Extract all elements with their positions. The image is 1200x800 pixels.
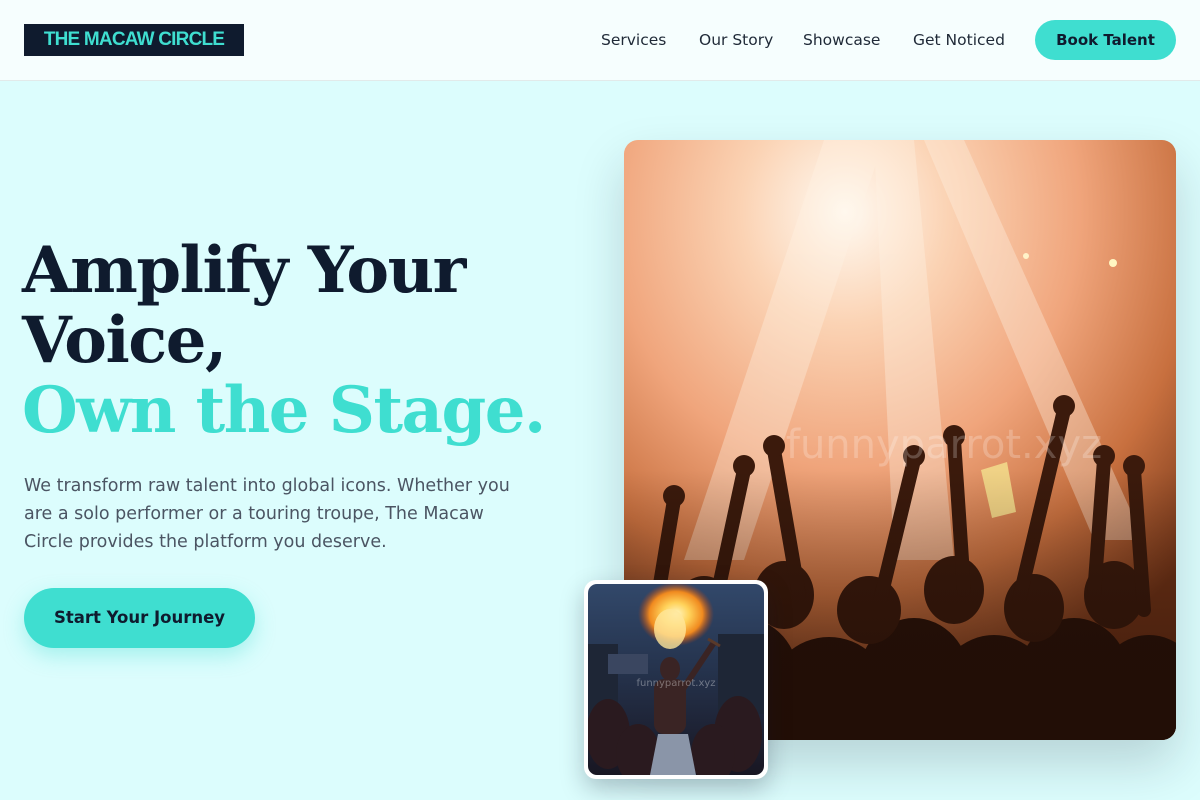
fire-performer-thumbnail: funnyparrot.xyz [584,580,768,779]
nav-link-our-story[interactable]: Our Story [699,29,773,51]
hero-headline: Amplify Your Voice, Own the Stage. [22,236,592,446]
nav-link-services[interactable]: Services [601,29,666,51]
hero-subtext: We transform raw talent into global icon… [24,476,510,552]
start-journey-button[interactable]: Start Your Journey [24,588,255,648]
headline-accent: Own the Stage. [22,373,546,448]
book-talent-button[interactable]: Book Talent [1035,20,1176,60]
headline-line-1: Amplify Your [22,233,466,308]
logo[interactable]: THE MACAW CIRCLE [24,24,244,56]
site-header: THE MACAW CIRCLE Services Our Story Show… [0,0,1200,81]
nav-link-get-noticed[interactable]: Get Noticed [913,29,1005,51]
main-image-watermark: funnyparrot.xyz [786,422,1102,468]
nav-link-showcase[interactable]: Showcase [803,29,880,51]
thumb-image-watermark: funnyparrot.xyz [636,678,715,689]
headline-line-2: Voice, [22,303,227,378]
